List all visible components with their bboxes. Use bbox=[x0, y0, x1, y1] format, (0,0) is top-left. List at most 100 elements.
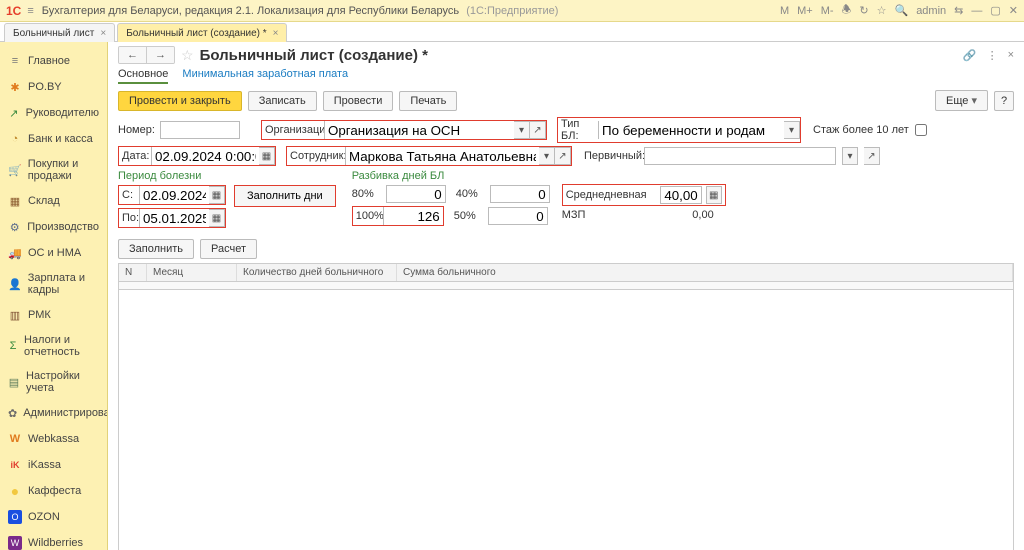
calendar-icon[interactable]: ▦ bbox=[209, 209, 225, 227]
sidebar-item-admin[interactable]: ✿Администрирование bbox=[0, 400, 107, 426]
date-input[interactable] bbox=[151, 147, 259, 165]
open-icon[interactable]: ↗ bbox=[530, 121, 546, 139]
sidebar-item-bank[interactable]: ◔Банк и касса bbox=[0, 126, 107, 152]
sidebar-item-main[interactable]: ≡Главное bbox=[0, 48, 107, 74]
from-input[interactable] bbox=[139, 186, 209, 204]
person-icon: 👤 bbox=[8, 277, 22, 291]
settings-icon[interactable]: ⇆ bbox=[954, 4, 963, 17]
tab-label: Больничный лист (создание) * bbox=[126, 28, 266, 39]
post-close-button[interactable]: Провести и закрыть bbox=[118, 91, 242, 111]
tab-close-icon[interactable]: × bbox=[273, 28, 279, 39]
dropdown-icon[interactable]: ▾ bbox=[842, 147, 858, 165]
sidebar-item-settings[interactable]: ▤Настройки учета bbox=[0, 364, 107, 400]
post-button[interactable]: Провести bbox=[323, 91, 394, 111]
tab-sicklist-create[interactable]: Больничный лист (создание) * × bbox=[117, 23, 287, 42]
sidebar-item-webkassa[interactable]: WWebkassa bbox=[0, 426, 107, 452]
calc-mplus[interactable]: M+ bbox=[797, 5, 813, 17]
exp10-label: Стаж более 10 лет bbox=[813, 124, 909, 136]
content: ← → ☆ Больничный лист (создание) * 🔗 ⋮ ×… bbox=[108, 42, 1024, 550]
write-button[interactable]: Записать bbox=[248, 91, 317, 111]
employee-input[interactable] bbox=[345, 147, 539, 165]
period-block: Период болезни С: ▦ bbox=[118, 170, 336, 231]
calc-icon[interactable]: ▦ bbox=[706, 186, 722, 204]
org-label: Организация: bbox=[262, 124, 324, 136]
subtab-mzp[interactable]: Минимальная заработная плата bbox=[182, 68, 348, 84]
calc-mminus[interactable]: M- bbox=[821, 5, 834, 17]
from-label: С: bbox=[119, 189, 139, 201]
dropdown-icon[interactable]: ▾ bbox=[514, 121, 530, 139]
nav-forward-icon[interactable]: → bbox=[147, 47, 174, 63]
dropdown-icon[interactable]: ▾ bbox=[784, 121, 800, 139]
bltype-input[interactable] bbox=[598, 121, 784, 139]
print-button[interactable]: Печать bbox=[399, 91, 457, 111]
p100-input[interactable] bbox=[383, 207, 443, 225]
minimize-icon[interactable]: — bbox=[971, 5, 982, 17]
number-input[interactable] bbox=[160, 121, 240, 139]
sidebar-item-ikassa[interactable]: iKiKassa bbox=[0, 452, 107, 478]
open-icon[interactable]: ↗ bbox=[864, 147, 880, 165]
col-n[interactable]: N bbox=[119, 264, 147, 281]
col-days[interactable]: Количество дней больничного bbox=[237, 264, 397, 281]
menu-icon[interactable]: ≡ bbox=[27, 5, 33, 17]
org-input[interactable] bbox=[324, 121, 514, 139]
primary-input[interactable] bbox=[644, 147, 836, 165]
p50-input[interactable] bbox=[488, 207, 548, 225]
sidebar: ≡Главное ✱PO.BY ↗Руководителю ◔Банк и ка… bbox=[0, 42, 108, 550]
sub-tabs: Основное Минимальная заработная плата bbox=[118, 68, 1014, 84]
sidebar-item-wildberries[interactable]: WWildberries bbox=[0, 530, 107, 550]
grid-active-row[interactable] bbox=[119, 282, 1013, 290]
more-icon[interactable]: ⋮ bbox=[987, 49, 998, 62]
col-sum[interactable]: Сумма больничного bbox=[397, 264, 1013, 281]
history-icon[interactable]: ↻ bbox=[859, 4, 868, 17]
sidebar-item-production[interactable]: ⚙Производство bbox=[0, 214, 107, 240]
calendar-icon[interactable]: ▦ bbox=[259, 147, 275, 165]
calc-m[interactable]: M bbox=[780, 5, 789, 17]
dropdown-icon[interactable]: ▾ bbox=[539, 147, 555, 165]
to-input[interactable] bbox=[139, 209, 209, 227]
star-icon[interactable]: ☆ bbox=[877, 4, 887, 17]
maximize-icon[interactable]: ▢ bbox=[990, 4, 1000, 17]
fill-days-button[interactable]: Заполнить дни bbox=[234, 185, 336, 207]
sidebar-item-ozon[interactable]: OOZON bbox=[0, 504, 107, 530]
help-button[interactable]: ? bbox=[994, 91, 1014, 111]
bell-icon[interactable]: 🕭 bbox=[842, 1, 852, 20]
sidebar-item-stock[interactable]: ▦Склад bbox=[0, 188, 107, 214]
sidebar-item-label: Покупки и продажи bbox=[28, 158, 99, 182]
exp10-checkbox[interactable] bbox=[915, 124, 927, 136]
link-icon[interactable]: 🔗 bbox=[963, 49, 977, 62]
page-close-icon[interactable]: × bbox=[1008, 49, 1014, 62]
sidebar-item-taxes[interactable]: ΣНалоги и отчетность bbox=[0, 328, 107, 364]
nav-back-icon[interactable]: ← bbox=[119, 47, 147, 63]
sidebar-item-label: iKassa bbox=[28, 459, 61, 471]
grid-empty[interactable] bbox=[119, 290, 1013, 550]
sidebar-item-poby[interactable]: ✱PO.BY bbox=[0, 74, 107, 100]
sidebar-item-sales[interactable]: 🛒Покупки и продажи bbox=[0, 152, 107, 188]
sidebar-item-manager[interactable]: ↗Руководителю bbox=[0, 100, 107, 126]
p40-input[interactable] bbox=[490, 185, 550, 203]
close-icon[interactable]: ✕ bbox=[1009, 4, 1018, 17]
sigma-icon: Σ bbox=[8, 339, 18, 353]
sidebar-item-label: Банк и касса bbox=[28, 133, 93, 145]
sd-input[interactable] bbox=[660, 186, 702, 204]
open-icon[interactable]: ↗ bbox=[555, 147, 571, 165]
p80-input[interactable] bbox=[386, 185, 446, 203]
tab-close-icon[interactable]: × bbox=[100, 28, 106, 39]
user-label[interactable]: admin bbox=[916, 5, 946, 17]
sidebar-item-label: Руководителю bbox=[26, 107, 99, 119]
sidebar-item-os[interactable]: 🚚ОС и НМА bbox=[0, 240, 107, 266]
sidebar-item-label: Wildberries bbox=[28, 537, 83, 549]
col-month[interactable]: Месяц bbox=[147, 264, 237, 281]
tab-sicklist[interactable]: Больничный лист × bbox=[4, 23, 115, 42]
sidebar-item-rmk[interactable]: ▥РМК bbox=[0, 302, 107, 328]
sidebar-item-label: OZON bbox=[28, 511, 60, 523]
search-icon[interactable]: 🔍 bbox=[894, 4, 908, 17]
sidebar-item-kaffesta[interactable]: ●Каффеста bbox=[0, 478, 107, 504]
favorite-star-icon[interactable]: ☆ bbox=[181, 47, 194, 64]
sidebar-item-salary[interactable]: 👤Зарплата и кадры bbox=[0, 266, 107, 302]
subtab-main[interactable]: Основное bbox=[118, 68, 168, 84]
more-button[interactable]: Еще bbox=[935, 90, 988, 111]
fill-button[interactable]: Заполнить bbox=[118, 239, 194, 259]
calendar-icon[interactable]: ▦ bbox=[209, 186, 225, 204]
calc-button[interactable]: Расчет bbox=[200, 239, 257, 259]
main-area: ≡Главное ✱PO.BY ↗Руководителю ◔Банк и ка… bbox=[0, 42, 1024, 550]
